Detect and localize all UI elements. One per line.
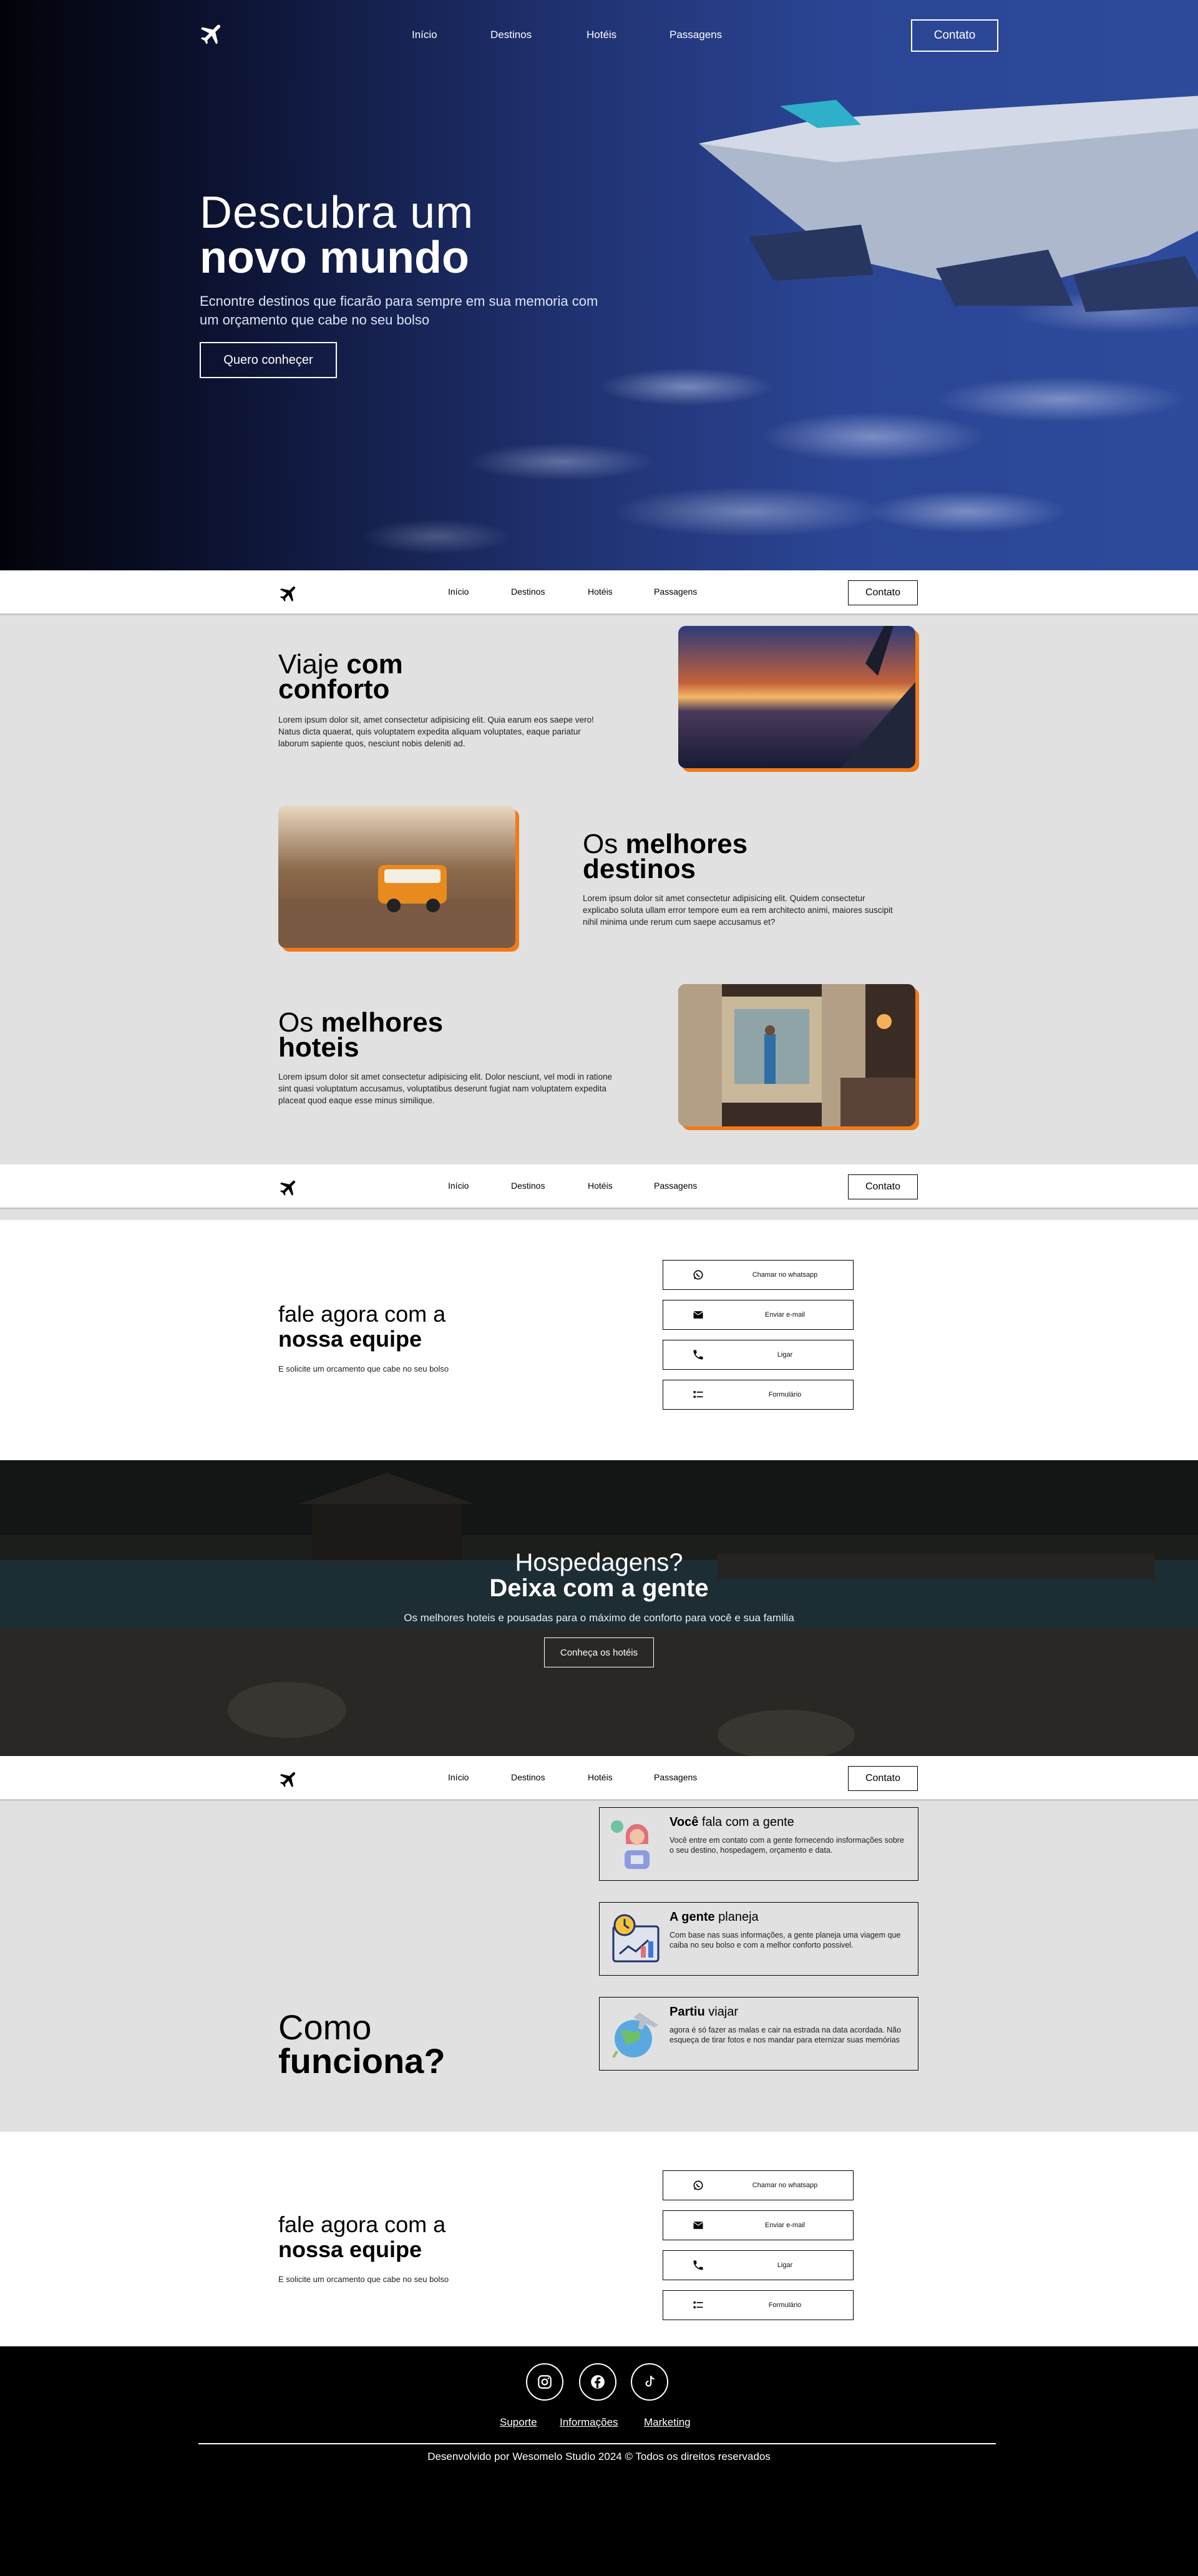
nav-link-inicio[interactable]: Início: [448, 587, 469, 597]
whatsapp-button[interactable]: Chamar no whatsapp: [663, 2170, 854, 2200]
form-button[interactable]: Formulário: [663, 1380, 854, 1410]
step-title: Você fala com a gente: [670, 1815, 794, 1829]
footer-copyright: Desenvolvido por Wesomelo Studio 2024 © …: [427, 2451, 771, 2462]
sunset-airplane-window-photo: [678, 626, 915, 768]
how-title: Como funciona?: [278, 2008, 446, 2081]
nav-link-passagens[interactable]: Passagens: [654, 587, 697, 597]
contact-section: fale agora com a nossa equipe E solicite…: [0, 2132, 1198, 2346]
email-button[interactable]: Enviar e-mail: [663, 2210, 854, 2240]
feature-text: Lorem ipsum dolor sit amet consectetur a…: [583, 894, 893, 927]
form-button[interactable]: Formulário: [663, 2290, 854, 2320]
navbar: Início Destinos Hotéis Passagens Contato: [0, 1164, 1198, 1209]
footer-divider: [198, 2443, 996, 2444]
form-icon: [693, 1391, 703, 1398]
feature-text: Lorem ipsum dolor sit amet consectetur a…: [278, 1072, 612, 1105]
step-card: Partiu viajar agora é só fazer as malas …: [599, 1997, 918, 2071]
whatsapp-button[interactable]: Chamar no whatsapp: [663, 1260, 854, 1290]
nav-link-destinos[interactable]: Destinos: [511, 1772, 545, 1782]
footer-link-informacoes[interactable]: Informações: [560, 2416, 618, 2429]
phone-icon: [693, 1350, 703, 1360]
contact-button[interactable]: Contato: [911, 19, 998, 52]
facebook-icon: [591, 2375, 605, 2389]
hotel-title-bold: Deixa com a gente: [489, 1574, 709, 1602]
airplane-logo-icon[interactable]: [278, 583, 300, 604]
form-icon: [693, 2301, 703, 2308]
call-button[interactable]: Ligar: [663, 2250, 854, 2280]
nav-link-passagens[interactable]: Passagens: [670, 29, 722, 41]
facebook-link[interactable]: [579, 2363, 616, 2401]
how-it-works-section: Como funciona? Você fala com a gente Voc…: [0, 1801, 1198, 2132]
planning-chart-icon: [612, 1914, 660, 1963]
hero-navbar: Início Destinos Hotéis Passagens Contato: [0, 0, 1198, 71]
hotel-subtitle: Os melhores hoteis e pousadas para o máx…: [404, 1612, 794, 1624]
features-section: Viaje com conforto Lorem ipsum dolor sit…: [0, 617, 1198, 1163]
email-icon: [693, 1311, 703, 1319]
tiktok-link[interactable]: [631, 2363, 668, 2401]
navbar: Início Destinos Hotéis Passagens Contato: [0, 570, 1198, 615]
hotel-title-light: Hospedagens?: [515, 1549, 683, 1576]
step-card: Você fala com a gente Você entre em cont…: [599, 1807, 918, 1881]
contact-section: fale agora com a nossa equipe E solicite…: [0, 1220, 1198, 1460]
hero-section: Início Destinos Hotéis Passagens Contato…: [0, 0, 1198, 570]
instagram-icon: [538, 2375, 552, 2389]
nav-link-inicio[interactable]: Início: [448, 1772, 469, 1782]
contact-title: fale agora com a nossa equipe: [278, 2212, 446, 2262]
airplane-logo-icon[interactable]: [278, 1769, 300, 1790]
nav-link-hoteis[interactable]: Hotéis: [588, 1181, 613, 1191]
step-title: Partiu viajar: [670, 2005, 739, 2019]
email-button[interactable]: Enviar e-mail: [663, 1300, 854, 1330]
nav-link-inicio[interactable]: Início: [448, 1181, 469, 1191]
hero-title-bold: novo mundo: [200, 233, 469, 283]
hero-title-light: Descubra um: [200, 188, 474, 238]
contact-title: fale agora com a nossa equipe: [278, 1301, 446, 1352]
step-text: Você entre em contato com a gente fornec…: [670, 1836, 904, 1855]
step-text: agora é só fazer as malas e cair na estr…: [670, 2026, 902, 2044]
whatsapp-icon: [693, 1270, 703, 1280]
footer-link-marketing[interactable]: Marketing: [644, 2416, 691, 2429]
contact-button[interactable]: Contato: [848, 1766, 918, 1791]
hotel-cta-button[interactable]: Conheça os hotéis: [544, 1637, 654, 1667]
phone-icon: [693, 2260, 703, 2270]
hotel-pool-background-image: [0, 1460, 1198, 1756]
hero-cta-button[interactable]: Quero conheçer: [200, 342, 337, 378]
footer-link-suporte[interactable]: Suporte: [500, 2416, 537, 2429]
contact-button[interactable]: Contato: [848, 1174, 918, 1199]
contact-button[interactable]: Contato: [848, 580, 918, 605]
feature-text: Lorem ipsum dolor sit, amet consectetur …: [278, 715, 594, 748]
hotel-banner-section: Hospedagens? Deixa com a gente Os melhor…: [0, 1460, 1198, 1756]
nav-link-hoteis[interactable]: Hotéis: [588, 587, 613, 597]
nav-link-passagens[interactable]: Passagens: [654, 1772, 697, 1782]
instagram-link[interactable]: [526, 2363, 563, 2401]
navbar: Início Destinos Hotéis Passagens Contato: [0, 1756, 1198, 1801]
nav-link-destinos[interactable]: Destinos: [511, 587, 545, 597]
nav-link-inicio[interactable]: Início: [412, 29, 437, 41]
nav-link-hoteis[interactable]: Hotéis: [588, 1772, 613, 1782]
hero-subtitle: Ecnontre destinos que ficarão para sempr…: [200, 293, 598, 328]
step-card: A gente planeja Com base nas suas inform…: [599, 1902, 918, 1976]
nav-link-passagens[interactable]: Passagens: [654, 1181, 697, 1191]
support-agent-icon: [611, 1820, 650, 1869]
airplane-logo-icon[interactable]: [278, 1177, 300, 1198]
globe-airplane-icon: [612, 2012, 658, 2059]
feature-title: Os melhores hoteis: [278, 1007, 444, 1063]
nav-link-hoteis[interactable]: Hotéis: [587, 29, 616, 41]
airplane-logo-icon[interactable]: [198, 20, 226, 47]
whatsapp-icon: [693, 2180, 703, 2190]
contact-subtitle: E solicite um orcamento que cabe no seu …: [278, 1364, 449, 1373]
call-button[interactable]: Ligar: [663, 1340, 854, 1370]
feature-title: Viaje com conforto: [278, 649, 403, 705]
contact-subtitle: E solicite um orcamento que cabe no seu …: [278, 2275, 449, 2284]
nav-link-destinos[interactable]: Destinos: [490, 29, 532, 41]
email-icon: [693, 2222, 703, 2229]
orange-van-photo: [278, 806, 515, 948]
tiktok-icon: [645, 2375, 655, 2387]
step-text: Com base nas suas informações, a gente p…: [670, 1931, 901, 1949]
nav-link-destinos[interactable]: Destinos: [511, 1181, 545, 1191]
step-title: A gente planeja: [670, 1910, 759, 1924]
feature-title: Os melhores destinos: [583, 829, 748, 884]
airplane-wing-image: [699, 95, 1198, 312]
hotel-room-photo: [678, 984, 915, 1126]
